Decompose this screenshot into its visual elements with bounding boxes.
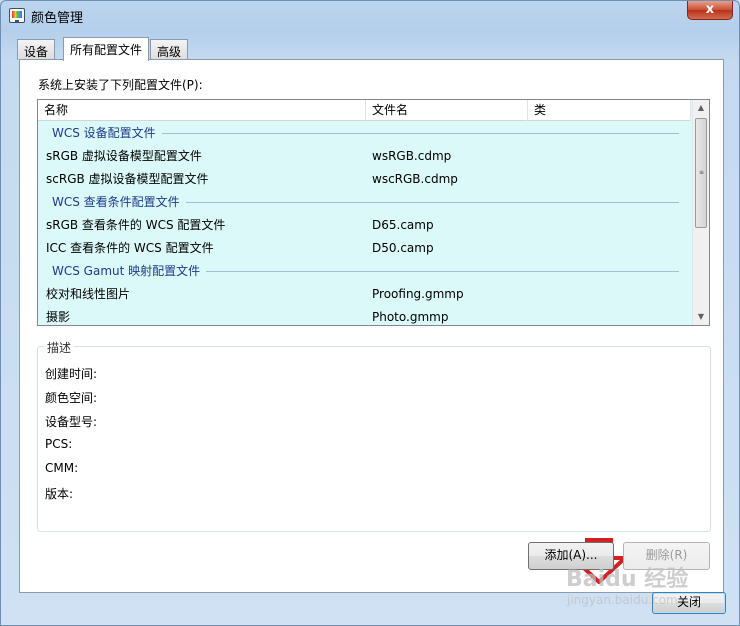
thumb-grip: ≡ bbox=[699, 169, 705, 176]
close-icon[interactable]: x bbox=[687, 1, 733, 20]
scroll-down-icon[interactable]: ▼ bbox=[693, 309, 709, 325]
title-bar[interactable]: 颜色管理 x bbox=[1, 1, 739, 31]
all-profiles-panel: 系统上安装了下列配置文件(P): 名称 文件名 类 WCS 设备配置文件 sRG… bbox=[19, 59, 724, 593]
profile-name: ICC 查看条件的 WCS 配置文件 bbox=[46, 241, 214, 255]
profile-file: wsRGB.cdmp bbox=[372, 149, 452, 163]
watermark-brand: Baidu 经验 bbox=[566, 567, 689, 592]
group-title: WCS 设备配置文件 bbox=[52, 122, 162, 145]
list-body: WCS 设备配置文件 sRGB 虚拟设备模型配置文件 wsRGB.cdmp sc… bbox=[38, 122, 691, 325]
list-item[interactable]: sRGB 查看条件的 WCS 配置文件 D65.camp bbox=[38, 214, 691, 237]
color-management-window: 颜色管理 x 设备 所有配置文件 高级 系统上安装了下列配置文件(P): 名称 … bbox=[0, 0, 740, 626]
column-header-filename[interactable]: 文件名 bbox=[366, 100, 528, 121]
profiles-list[interactable]: 名称 文件名 类 WCS 设备配置文件 sRGB 虚拟设备模型配置文件 wsRG… bbox=[37, 99, 710, 326]
list-header: 名称 文件名 类 bbox=[38, 100, 691, 121]
profiles-section-label: 系统上安装了下列配置文件(P): bbox=[38, 78, 203, 92]
created-label: 创建时间: bbox=[45, 367, 98, 381]
column-header-name[interactable]: 名称 bbox=[38, 100, 366, 121]
profile-file: D50.camp bbox=[372, 241, 434, 255]
group-header[interactable]: WCS 设备配置文件 bbox=[38, 122, 691, 145]
profile-name: 摄影 bbox=[46, 310, 71, 324]
description-group: 描述 创建时间: 颜色空间: 设备型号: PCS: CMM: 版本: bbox=[37, 339, 711, 532]
watermark-url: jingyan.baidu.com bbox=[567, 593, 678, 607]
list-item[interactable]: 摄影 Photo.gmmp bbox=[38, 306, 691, 325]
device-model-label: 设备型号: bbox=[45, 415, 98, 429]
profile-file: D65.camp bbox=[372, 218, 434, 232]
group-title: WCS 查看条件配置文件 bbox=[52, 191, 186, 214]
scrollbar-thumb[interactable]: ≡ bbox=[695, 118, 707, 228]
cmm-label: CMM: bbox=[45, 461, 79, 475]
pcs-label: PCS: bbox=[45, 437, 73, 451]
tab-devices[interactable]: 设备 bbox=[17, 39, 56, 60]
list-item[interactable]: sRGB 虚拟设备模型配置文件 wsRGB.cdmp bbox=[38, 145, 691, 168]
color-space-label: 颜色空间: bbox=[45, 391, 98, 405]
profile-name: sRGB 虚拟设备模型配置文件 bbox=[46, 149, 202, 163]
group-title: WCS Gamut 映射配置文件 bbox=[52, 260, 207, 283]
tab-all-profiles[interactable]: 所有配置文件 bbox=[63, 37, 150, 61]
version-label: 版本: bbox=[45, 487, 74, 501]
profile-file: Photo.gmmp bbox=[372, 310, 449, 324]
scroll-up-icon[interactable]: ▲ bbox=[693, 100, 709, 116]
list-scrollbar[interactable]: ▲ ≡ ▼ bbox=[692, 100, 709, 325]
group-header[interactable]: WCS Gamut 映射配置文件 bbox=[38, 260, 691, 283]
tab-advanced[interactable]: 高级 bbox=[150, 39, 189, 60]
profile-file: Proofing.gmmp bbox=[372, 287, 464, 301]
group-header[interactable]: WCS 查看条件配置文件 bbox=[38, 191, 691, 214]
profile-file: wscRGB.cdmp bbox=[372, 172, 458, 186]
profile-name: sRGB 查看条件的 WCS 配置文件 bbox=[46, 218, 226, 232]
list-item[interactable]: 校对和线性图片 Proofing.gmmp bbox=[38, 283, 691, 306]
color-management-icon bbox=[9, 8, 25, 23]
list-item[interactable]: scRGB 虚拟设备模型配置文件 wscRGB.cdmp bbox=[38, 168, 691, 191]
column-header-class[interactable]: 类 bbox=[528, 100, 691, 121]
profile-name: scRGB 虚拟设备模型配置文件 bbox=[46, 172, 209, 186]
profile-name: 校对和线性图片 bbox=[46, 287, 131, 301]
window-title: 颜色管理 bbox=[31, 11, 84, 26]
description-legend: 描述 bbox=[44, 339, 75, 356]
list-item[interactable]: ICC 查看条件的 WCS 配置文件 D50.camp bbox=[38, 237, 691, 260]
